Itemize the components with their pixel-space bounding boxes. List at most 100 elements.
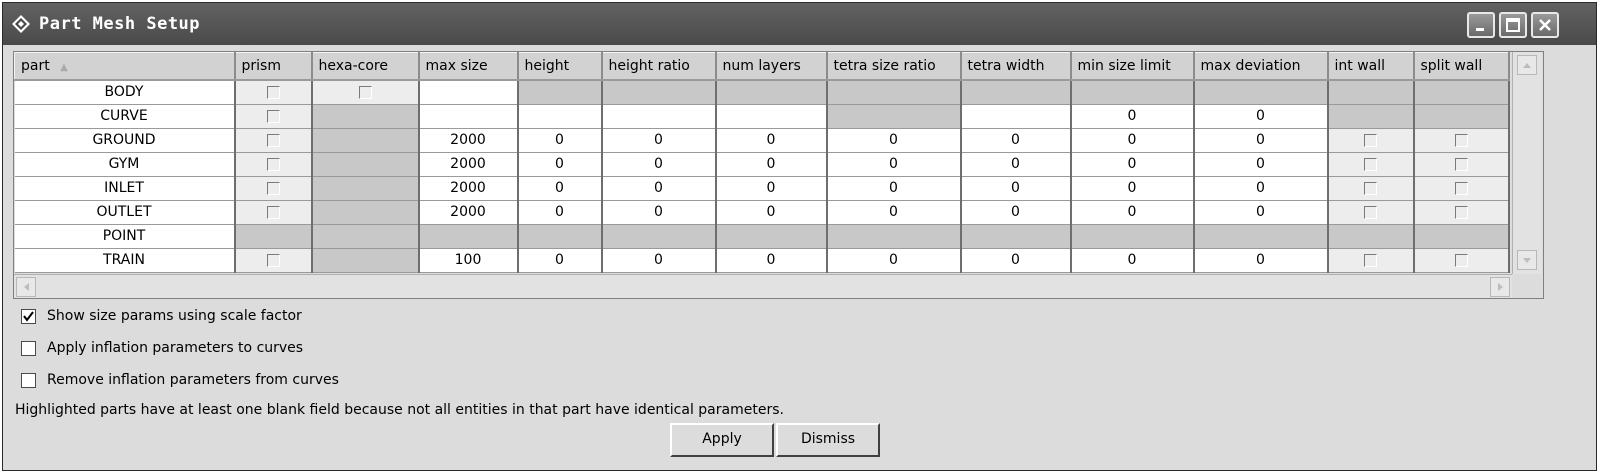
- height-cell[interactable]: 0: [517, 128, 603, 153]
- int-wall-checkbox[interactable]: [1327, 152, 1415, 177]
- tetra-width-cell[interactable]: 0: [960, 176, 1072, 201]
- col-header-part[interactable]: part ▲: [14, 52, 236, 81]
- dismiss-button[interactable]: Dismiss: [776, 423, 880, 457]
- split-wall-checkbox[interactable]: [1413, 248, 1510, 273]
- apply-inflation-checkbox[interactable]: [21, 341, 36, 356]
- prism-checkbox[interactable]: [234, 80, 313, 105]
- tetra-size-ratio-cell[interactable]: 0: [826, 176, 962, 201]
- vertical-scrollbar[interactable]: [1512, 52, 1542, 274]
- maximize-button[interactable]: [1499, 12, 1527, 38]
- max-deviation-cell[interactable]: 0: [1193, 248, 1329, 273]
- part-name-cell[interactable]: INLET: [14, 176, 236, 201]
- col-header-hexa-core[interactable]: hexa-core: [311, 52, 420, 81]
- scroll-down-button[interactable]: [1517, 250, 1537, 270]
- max-deviation-cell[interactable]: 0: [1193, 176, 1329, 201]
- int-wall-checkbox[interactable]: [1327, 176, 1415, 201]
- tetra-width-cell[interactable]: 0: [960, 248, 1072, 273]
- height-ratio-cell[interactable]: 0: [601, 152, 717, 177]
- title-bar[interactable]: Part Mesh Setup: [3, 3, 1596, 45]
- horizontal-scrollbar[interactable]: [14, 274, 1512, 298]
- height-ratio-cell[interactable]: [601, 104, 717, 129]
- height-cell[interactable]: [517, 104, 603, 129]
- num-layers-cell[interactable]: 0: [715, 128, 828, 153]
- min-size-limit-cell[interactable]: 0: [1070, 104, 1195, 129]
- min-size-limit-cell[interactable]: 0: [1070, 248, 1195, 273]
- max-size-cell[interactable]: 2000: [418, 152, 519, 177]
- close-button[interactable]: [1531, 12, 1559, 38]
- scroll-right-button[interactable]: [1490, 277, 1510, 297]
- apply-button[interactable]: Apply: [670, 423, 774, 457]
- max-size-cell[interactable]: [418, 80, 519, 105]
- tetra-width-cell[interactable]: 0: [960, 128, 1072, 153]
- max-size-cell[interactable]: 2000: [418, 200, 519, 225]
- num-layers-cell[interactable]: 0: [715, 200, 828, 225]
- part-name-cell[interactable]: GROUND: [14, 128, 236, 153]
- part-name-cell[interactable]: GYM: [14, 152, 236, 177]
- part-name-cell[interactable]: POINT: [14, 224, 236, 249]
- max-size-cell[interactable]: 100: [418, 248, 519, 273]
- num-layers-cell[interactable]: [715, 104, 828, 129]
- remove-inflation-checkbox[interactable]: [21, 373, 36, 388]
- scroll-up-button[interactable]: [1517, 55, 1537, 75]
- num-layers-cell[interactable]: 0: [715, 248, 828, 273]
- col-header-split-wall[interactable]: split wall: [1413, 52, 1510, 81]
- tetra-size-ratio-cell[interactable]: 0: [826, 152, 962, 177]
- split-wall-checkbox[interactable]: [1413, 152, 1510, 177]
- col-header-height-ratio[interactable]: height ratio: [601, 52, 717, 81]
- height-cell[interactable]: 0: [517, 200, 603, 225]
- col-header-max-deviation[interactable]: max deviation: [1193, 52, 1329, 81]
- tetra-width-cell[interactable]: [960, 104, 1072, 129]
- height-ratio-cell[interactable]: 0: [601, 200, 717, 225]
- height-ratio-cell[interactable]: 0: [601, 248, 717, 273]
- max-deviation-cell[interactable]: 0: [1193, 128, 1329, 153]
- prism-checkbox[interactable]: [234, 200, 313, 225]
- min-size-limit-cell[interactable]: 0: [1070, 152, 1195, 177]
- height-cell[interactable]: 0: [517, 248, 603, 273]
- split-wall-checkbox[interactable]: [1413, 200, 1510, 225]
- hexa-core-checkbox[interactable]: [311, 80, 420, 105]
- col-header-tetra-size-ratio[interactable]: tetra size ratio: [826, 52, 962, 81]
- part-name-cell[interactable]: OUTLET: [14, 200, 236, 225]
- split-wall-checkbox[interactable]: [1413, 176, 1510, 201]
- scroll-left-button[interactable]: [16, 277, 36, 297]
- scale-factor-checkbox[interactable]: [21, 309, 36, 324]
- part-name-cell[interactable]: BODY: [14, 80, 236, 105]
- max-deviation-cell[interactable]: 0: [1193, 200, 1329, 225]
- min-size-limit-cell[interactable]: 0: [1070, 128, 1195, 153]
- tetra-width-cell[interactable]: 0: [960, 200, 1072, 225]
- prism-checkbox[interactable]: [234, 152, 313, 177]
- int-wall-checkbox[interactable]: [1327, 200, 1415, 225]
- prism-checkbox[interactable]: [234, 128, 313, 153]
- num-layers-cell[interactable]: 0: [715, 176, 828, 201]
- col-header-prism[interactable]: prism: [234, 52, 313, 81]
- prism-checkbox[interactable]: [234, 248, 313, 273]
- col-header-int-wall[interactable]: int wall: [1327, 52, 1415, 81]
- num-layers-cell[interactable]: 0: [715, 152, 828, 177]
- col-header-tetra-width[interactable]: tetra width: [960, 52, 1072, 81]
- tetra-size-ratio-cell[interactable]: 0: [826, 128, 962, 153]
- min-size-limit-cell[interactable]: 0: [1070, 176, 1195, 201]
- prism-checkbox[interactable]: [234, 104, 313, 129]
- part-name-cell[interactable]: CURVE: [14, 104, 236, 129]
- minimize-button[interactable]: [1467, 12, 1495, 38]
- col-header-num-layers[interactable]: num layers: [715, 52, 828, 81]
- min-size-limit-cell[interactable]: 0: [1070, 200, 1195, 225]
- max-size-cell[interactable]: [418, 104, 519, 129]
- max-deviation-cell[interactable]: 0: [1193, 152, 1329, 177]
- height-cell[interactable]: 0: [517, 176, 603, 201]
- int-wall-checkbox[interactable]: [1327, 128, 1415, 153]
- max-deviation-cell[interactable]: 0: [1193, 104, 1329, 129]
- max-size-cell[interactable]: 2000: [418, 176, 519, 201]
- max-size-cell[interactable]: 2000: [418, 128, 519, 153]
- tetra-size-ratio-cell[interactable]: 0: [826, 248, 962, 273]
- split-wall-checkbox[interactable]: [1413, 128, 1510, 153]
- col-header-max-size[interactable]: max size: [418, 52, 519, 81]
- col-header-min-size-limit[interactable]: min size limit: [1070, 52, 1195, 81]
- col-header-height[interactable]: height: [517, 52, 603, 81]
- tetra-size-ratio-cell[interactable]: 0: [826, 200, 962, 225]
- height-ratio-cell[interactable]: 0: [601, 128, 717, 153]
- prism-checkbox[interactable]: [234, 176, 313, 201]
- height-cell[interactable]: 0: [517, 152, 603, 177]
- int-wall-checkbox[interactable]: [1327, 248, 1415, 273]
- height-ratio-cell[interactable]: 0: [601, 176, 717, 201]
